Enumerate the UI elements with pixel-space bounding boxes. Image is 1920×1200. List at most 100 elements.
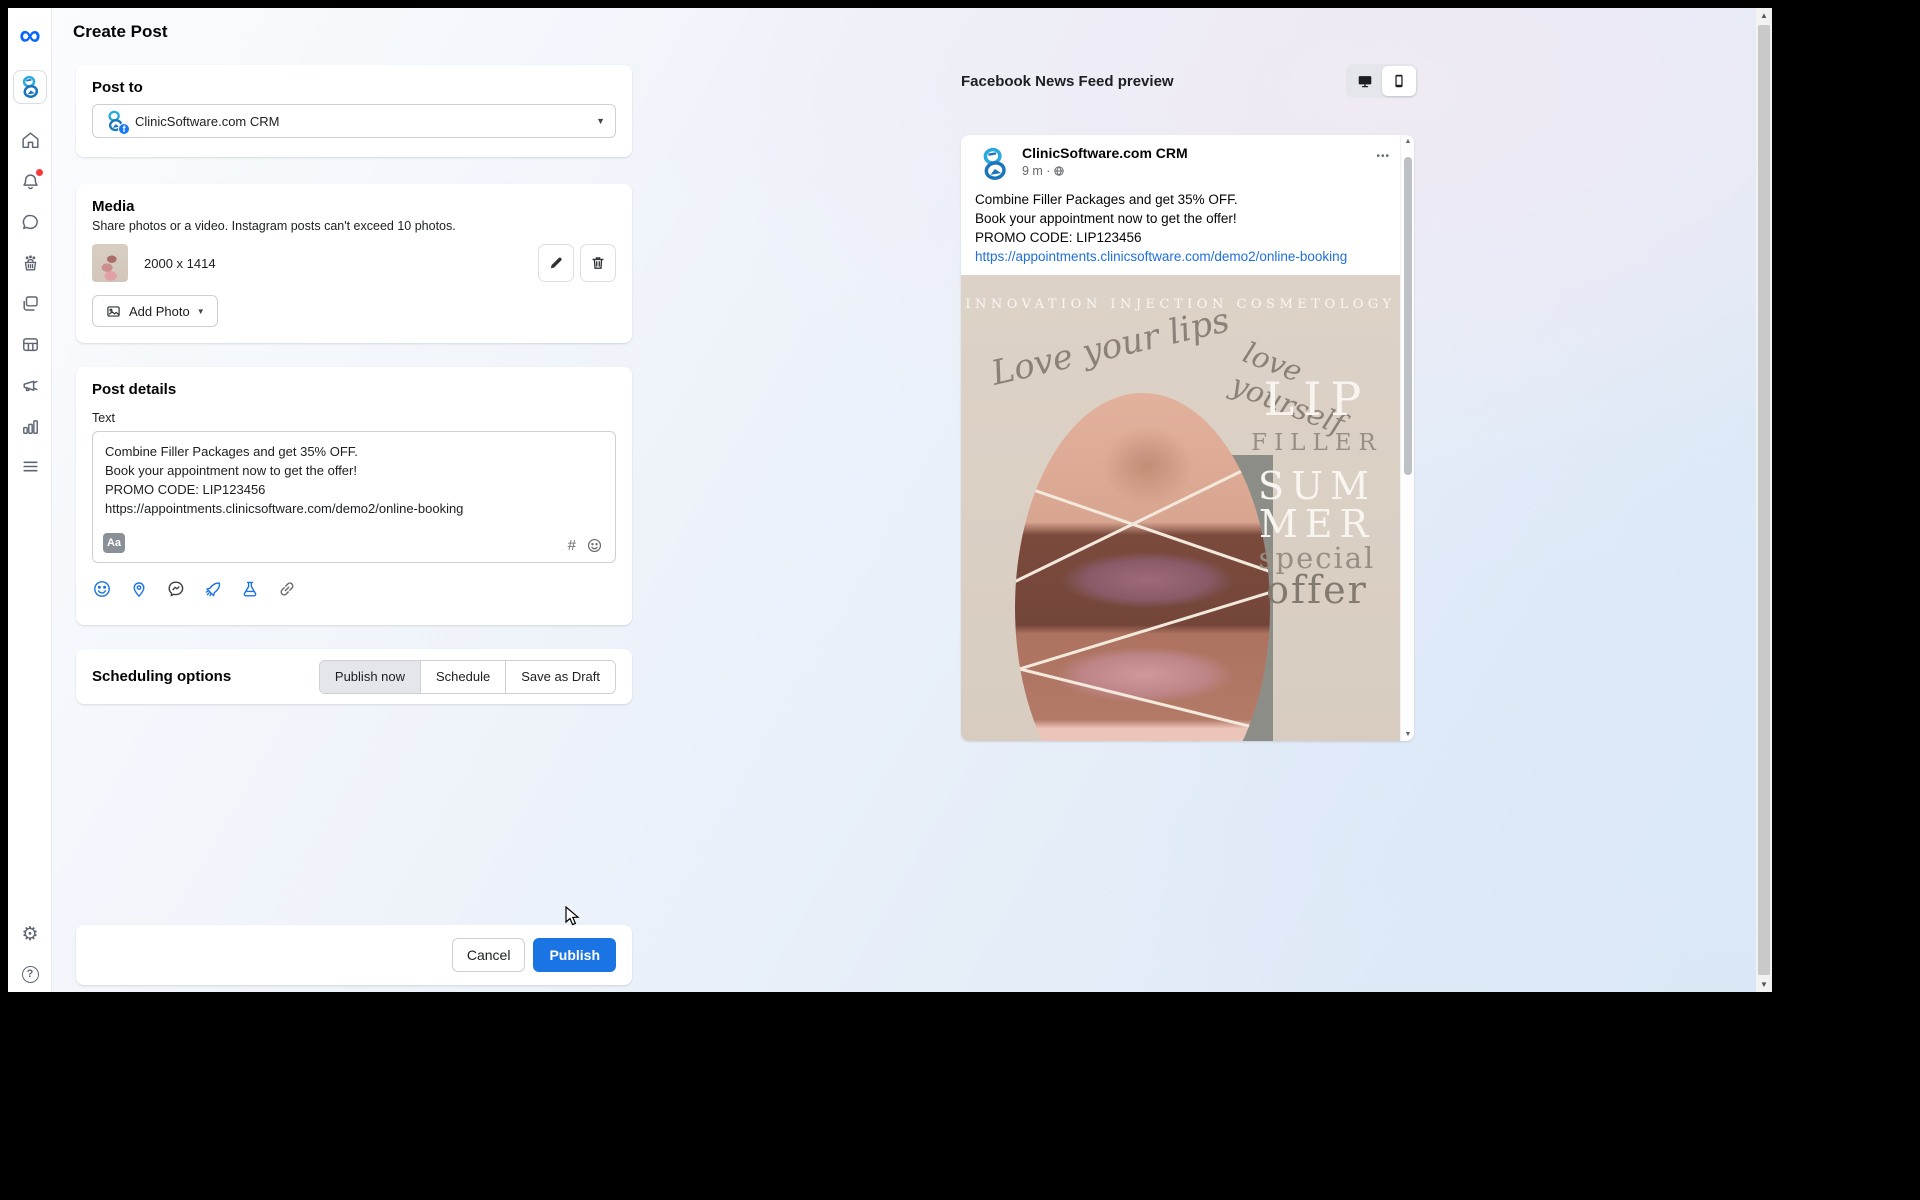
page-title: Create Post <box>73 22 167 42</box>
text-field-label: Text <box>92 411 616 425</box>
add-photo-label: Add Photo <box>129 304 190 319</box>
schedule-option[interactable]: Schedule <box>420 661 505 693</box>
media-card: Media Share photos or a video. Instagram… <box>76 184 632 343</box>
add-photo-button[interactable]: Add Photo ▼ <box>92 295 218 327</box>
chevron-down-icon: ▼ <box>197 307 205 316</box>
publish-button[interactable]: Publish <box>533 938 616 972</box>
scroll-up-icon[interactable]: ▲ <box>1756 11 1772 20</box>
post-to-heading: Post to <box>92 79 616 96</box>
scrollbar-thumb[interactable] <box>1404 157 1412 475</box>
lips-collage <box>1015 393 1270 741</box>
post-text-line: Book your appointment now to get the off… <box>105 461 603 480</box>
ab-test-icon[interactable] <box>240 579 260 599</box>
post-preview-header: ClinicSoftware.com CRM 9 m · ••• <box>975 145 1390 185</box>
meta-logo-icon[interactable]: ∞ <box>8 22 52 50</box>
text-format-button[interactable]: Aa <box>103 533 125 553</box>
preview-title: Facebook News Feed preview <box>961 73 1346 90</box>
desktop-icon <box>1356 72 1374 90</box>
composer-toolbar <box>92 579 297 599</box>
photo-dimensions: 2000 x 1414 <box>144 256 532 271</box>
messenger-icon[interactable] <box>166 579 186 599</box>
promo-word: offer <box>1241 568 1393 612</box>
post-line: PROMO CODE: LIP123456 <box>975 228 1390 247</box>
media-subtitle: Share photos or a video. Instagram posts… <box>92 219 616 233</box>
post-details-card: Post details Text Combine Filler Package… <box>76 367 632 625</box>
business-avatar[interactable] <box>8 69 52 105</box>
post-line: Combine Filler Packages and get 35% OFF. <box>975 190 1390 209</box>
planner-icon[interactable] <box>8 330 52 358</box>
photo-icon <box>105 303 122 320</box>
facebook-post-preview: ClinicSoftware.com CRM 9 m · ••• Combine… <box>961 135 1414 741</box>
device-toggle <box>1346 64 1418 98</box>
content-icon[interactable] <box>8 289 52 317</box>
media-heading: Media <box>92 198 616 215</box>
post-text-line: PROMO CODE: LIP123456 <box>105 480 603 499</box>
promo-word: MER <box>1241 502 1393 546</box>
post-text-line: https://appointments.clinicsoftware.com/… <box>105 499 603 518</box>
post-to-dropdown[interactable]: f ClinicSoftware.com CRM ▼ <box>92 104 616 138</box>
footer-action-bar: Cancel Publish <box>76 925 632 985</box>
scheduling-segmented-control: Publish now Schedule Save as Draft <box>319 660 616 694</box>
home-icon[interactable] <box>8 126 52 154</box>
promo-word: LIP <box>1241 372 1393 426</box>
promo-script-text: Love your lips <box>988 300 1234 394</box>
location-icon[interactable] <box>129 579 149 599</box>
hashtag-icon[interactable]: # <box>568 537 576 554</box>
post-details-heading: Post details <box>92 381 616 398</box>
post-preview-text: Combine Filler Packages and get 35% OFF.… <box>975 190 1390 266</box>
scrollbar-thumb[interactable] <box>1758 25 1770 975</box>
scroll-down-icon[interactable]: ▼ <box>1756 980 1772 989</box>
window-scrollbar[interactable]: ▲ ▼ <box>1756 8 1772 992</box>
page-avatar: f <box>103 109 127 133</box>
notifications-icon[interactable] <box>8 168 52 196</box>
scroll-up-icon[interactable]: ▲ <box>1401 138 1414 145</box>
scheduling-heading: Scheduling options <box>92 668 319 685</box>
desktop-view-button[interactable] <box>1348 66 1382 96</box>
promo-word: FILLER <box>1241 430 1393 456</box>
preview-header: Facebook News Feed preview <box>961 64 1418 98</box>
globe-icon <box>1053 165 1065 177</box>
post-timestamp: 9 m · <box>1022 164 1050 178</box>
post-page-name: ClinicSoftware.com CRM <box>1022 145 1376 162</box>
scroll-down-icon[interactable]: ▼ <box>1401 731 1414 738</box>
photo-thumbnail <box>92 244 128 282</box>
cancel-button[interactable]: Cancel <box>452 938 526 972</box>
ads-icon[interactable] <box>8 371 52 399</box>
help-icon[interactable]: ? <box>8 960 52 988</box>
post-line: Book your appointment now to get the off… <box>975 209 1390 228</box>
post-menu-button[interactable]: ••• <box>1376 145 1390 185</box>
publish-now-option[interactable]: Publish now <box>320 661 420 693</box>
facebook-badge-icon: f <box>118 123 130 135</box>
all-tools-icon[interactable] <box>8 452 52 480</box>
preview-scrollbar[interactable]: ▲ ▼ <box>1400 135 1414 741</box>
post-text-input[interactable]: Combine Filler Packages and get 35% OFF.… <box>92 431 616 563</box>
emoji-icon[interactable] <box>92 579 112 599</box>
pencil-icon <box>547 254 565 272</box>
post-to-card: Post to f ClinicSoftware.com CRM ▼ <box>76 65 632 157</box>
link-icon[interactable] <box>277 579 297 599</box>
edit-photo-button[interactable] <box>538 244 574 282</box>
mobile-view-button[interactable] <box>1382 66 1416 96</box>
mobile-icon <box>1390 72 1408 90</box>
post-text-line: Combine Filler Packages and get 35% OFF. <box>105 442 603 461</box>
clinicsoftware-logo-icon <box>13 70 47 104</box>
commerce-icon[interactable] <box>8 249 52 277</box>
trash-icon <box>589 254 607 272</box>
post-image: INNOVATION INJECTION COSMETOLOGY Love yo… <box>961 275 1400 741</box>
settings-icon[interactable]: ⚙ <box>8 920 52 948</box>
scheduling-card: Scheduling options Publish now Schedule … <box>76 649 632 704</box>
selected-page-label: ClinicSoftware.com CRM <box>135 114 588 129</box>
delete-photo-button[interactable] <box>580 244 616 282</box>
insights-icon[interactable] <box>8 412 52 440</box>
post-link[interactable]: https://appointments.clinicsoftware.com/… <box>975 247 1390 266</box>
page-avatar <box>975 145 1013 183</box>
media-item-row: 2000 x 1414 <box>92 244 616 282</box>
emoji-picker-icon[interactable] <box>586 537 603 554</box>
save-as-draft-option[interactable]: Save as Draft <box>505 661 615 693</box>
meta-business-suite-window: ∞ <box>8 8 1772 992</box>
left-sidebar: ∞ <box>8 8 52 992</box>
inbox-icon[interactable] <box>8 208 52 236</box>
chevron-down-icon: ▼ <box>596 116 605 126</box>
notification-badge <box>36 169 43 176</box>
boost-icon[interactable] <box>203 579 223 599</box>
